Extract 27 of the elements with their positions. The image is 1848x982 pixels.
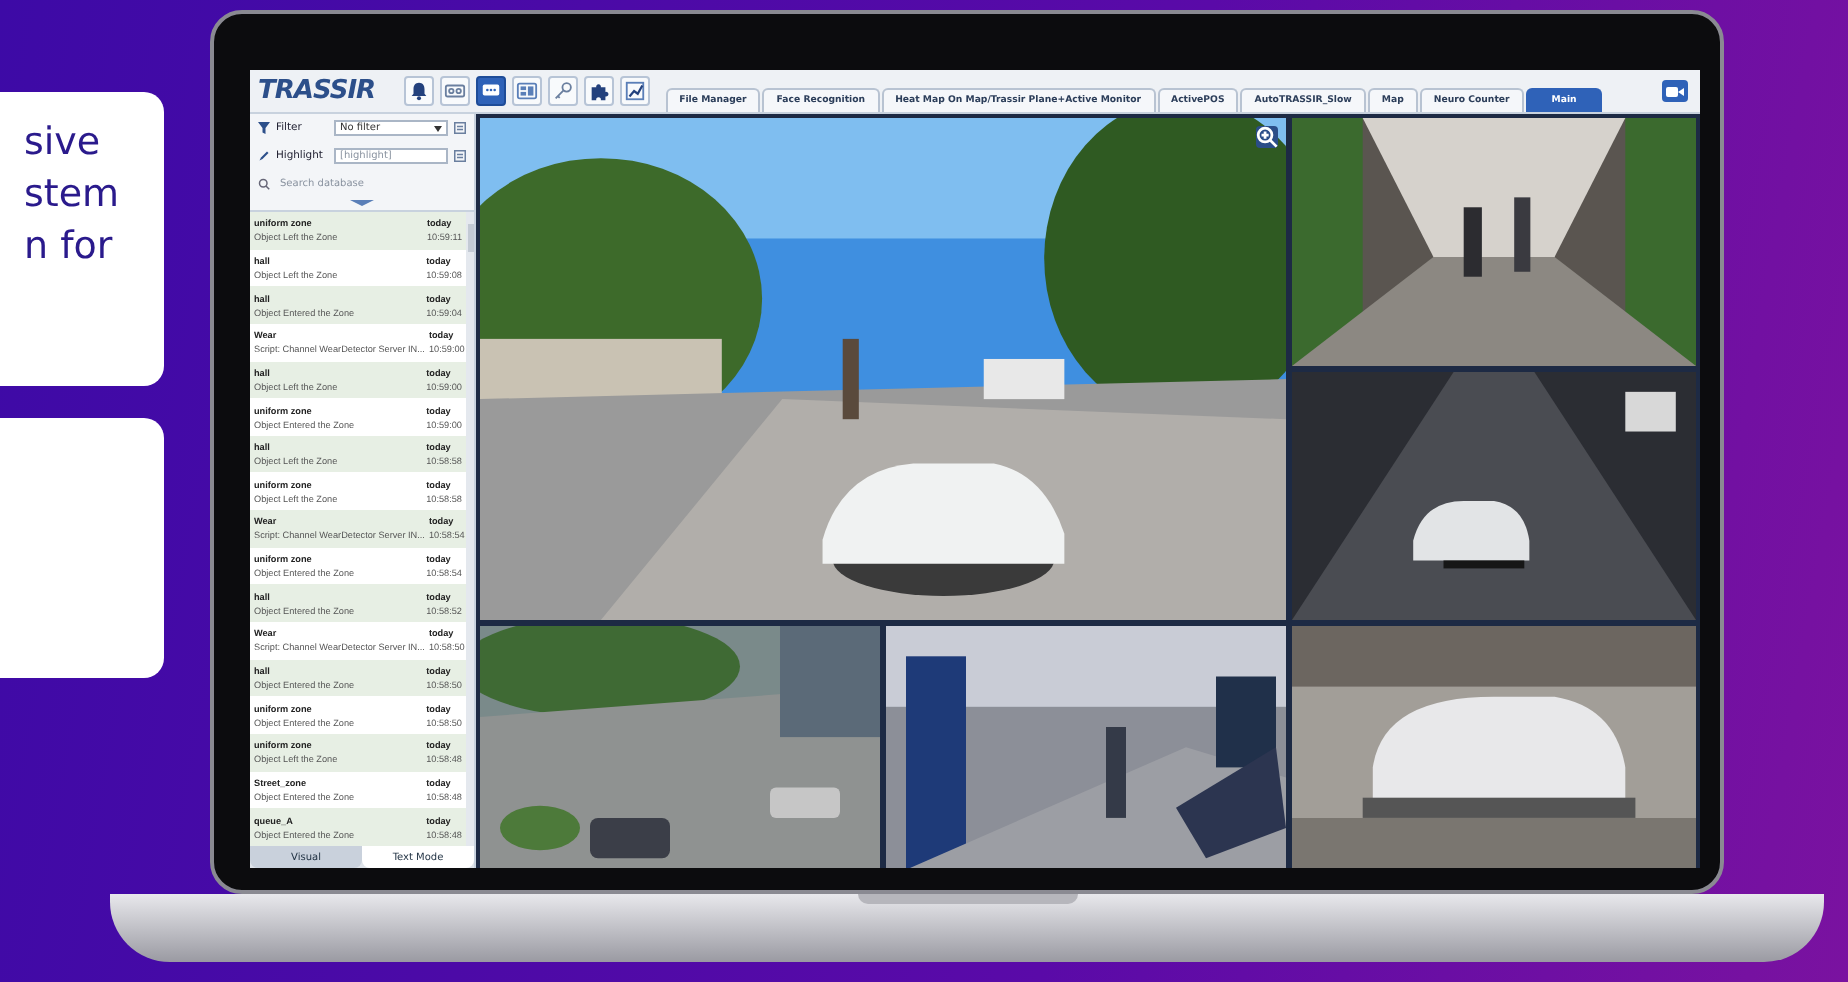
- logo: TRASSIR: [258, 76, 376, 106]
- bell-icon: [407, 80, 430, 102]
- zoom-button[interactable]: [1256, 126, 1278, 148]
- collapse-handle-icon[interactable]: [350, 200, 374, 206]
- scrollbar[interactable]: [466, 212, 474, 846]
- pen-icon: [258, 150, 270, 162]
- chart-icon: [623, 80, 646, 102]
- key-icon: [551, 80, 574, 102]
- caret-icon: [434, 125, 442, 131]
- toolbar-button[interactable]: [475, 76, 506, 106]
- filter-icon: [258, 122, 270, 134]
- search-icon: [258, 178, 270, 190]
- chat-icon: [479, 80, 502, 102]
- layout-icon: [515, 80, 538, 102]
- camera-button[interactable]: [1662, 80, 1688, 102]
- list-icon[interactable]: [454, 150, 466, 162]
- puzzle-icon: [587, 80, 610, 102]
- toolbar-button[interactable]: [619, 76, 650, 106]
- video-camera-icon: [1666, 85, 1684, 97]
- list-icon[interactable]: [454, 122, 466, 134]
- promo-text: sive: [24, 118, 103, 168]
- tape-icon: [443, 80, 466, 102]
- toolbar-button[interactable]: [403, 76, 434, 106]
- promo-text: n for: [24, 222, 115, 272]
- promo-text: stem: [24, 170, 122, 220]
- zoom-in-icon: [1256, 126, 1278, 148]
- toolbar-button[interactable]: [583, 76, 614, 106]
